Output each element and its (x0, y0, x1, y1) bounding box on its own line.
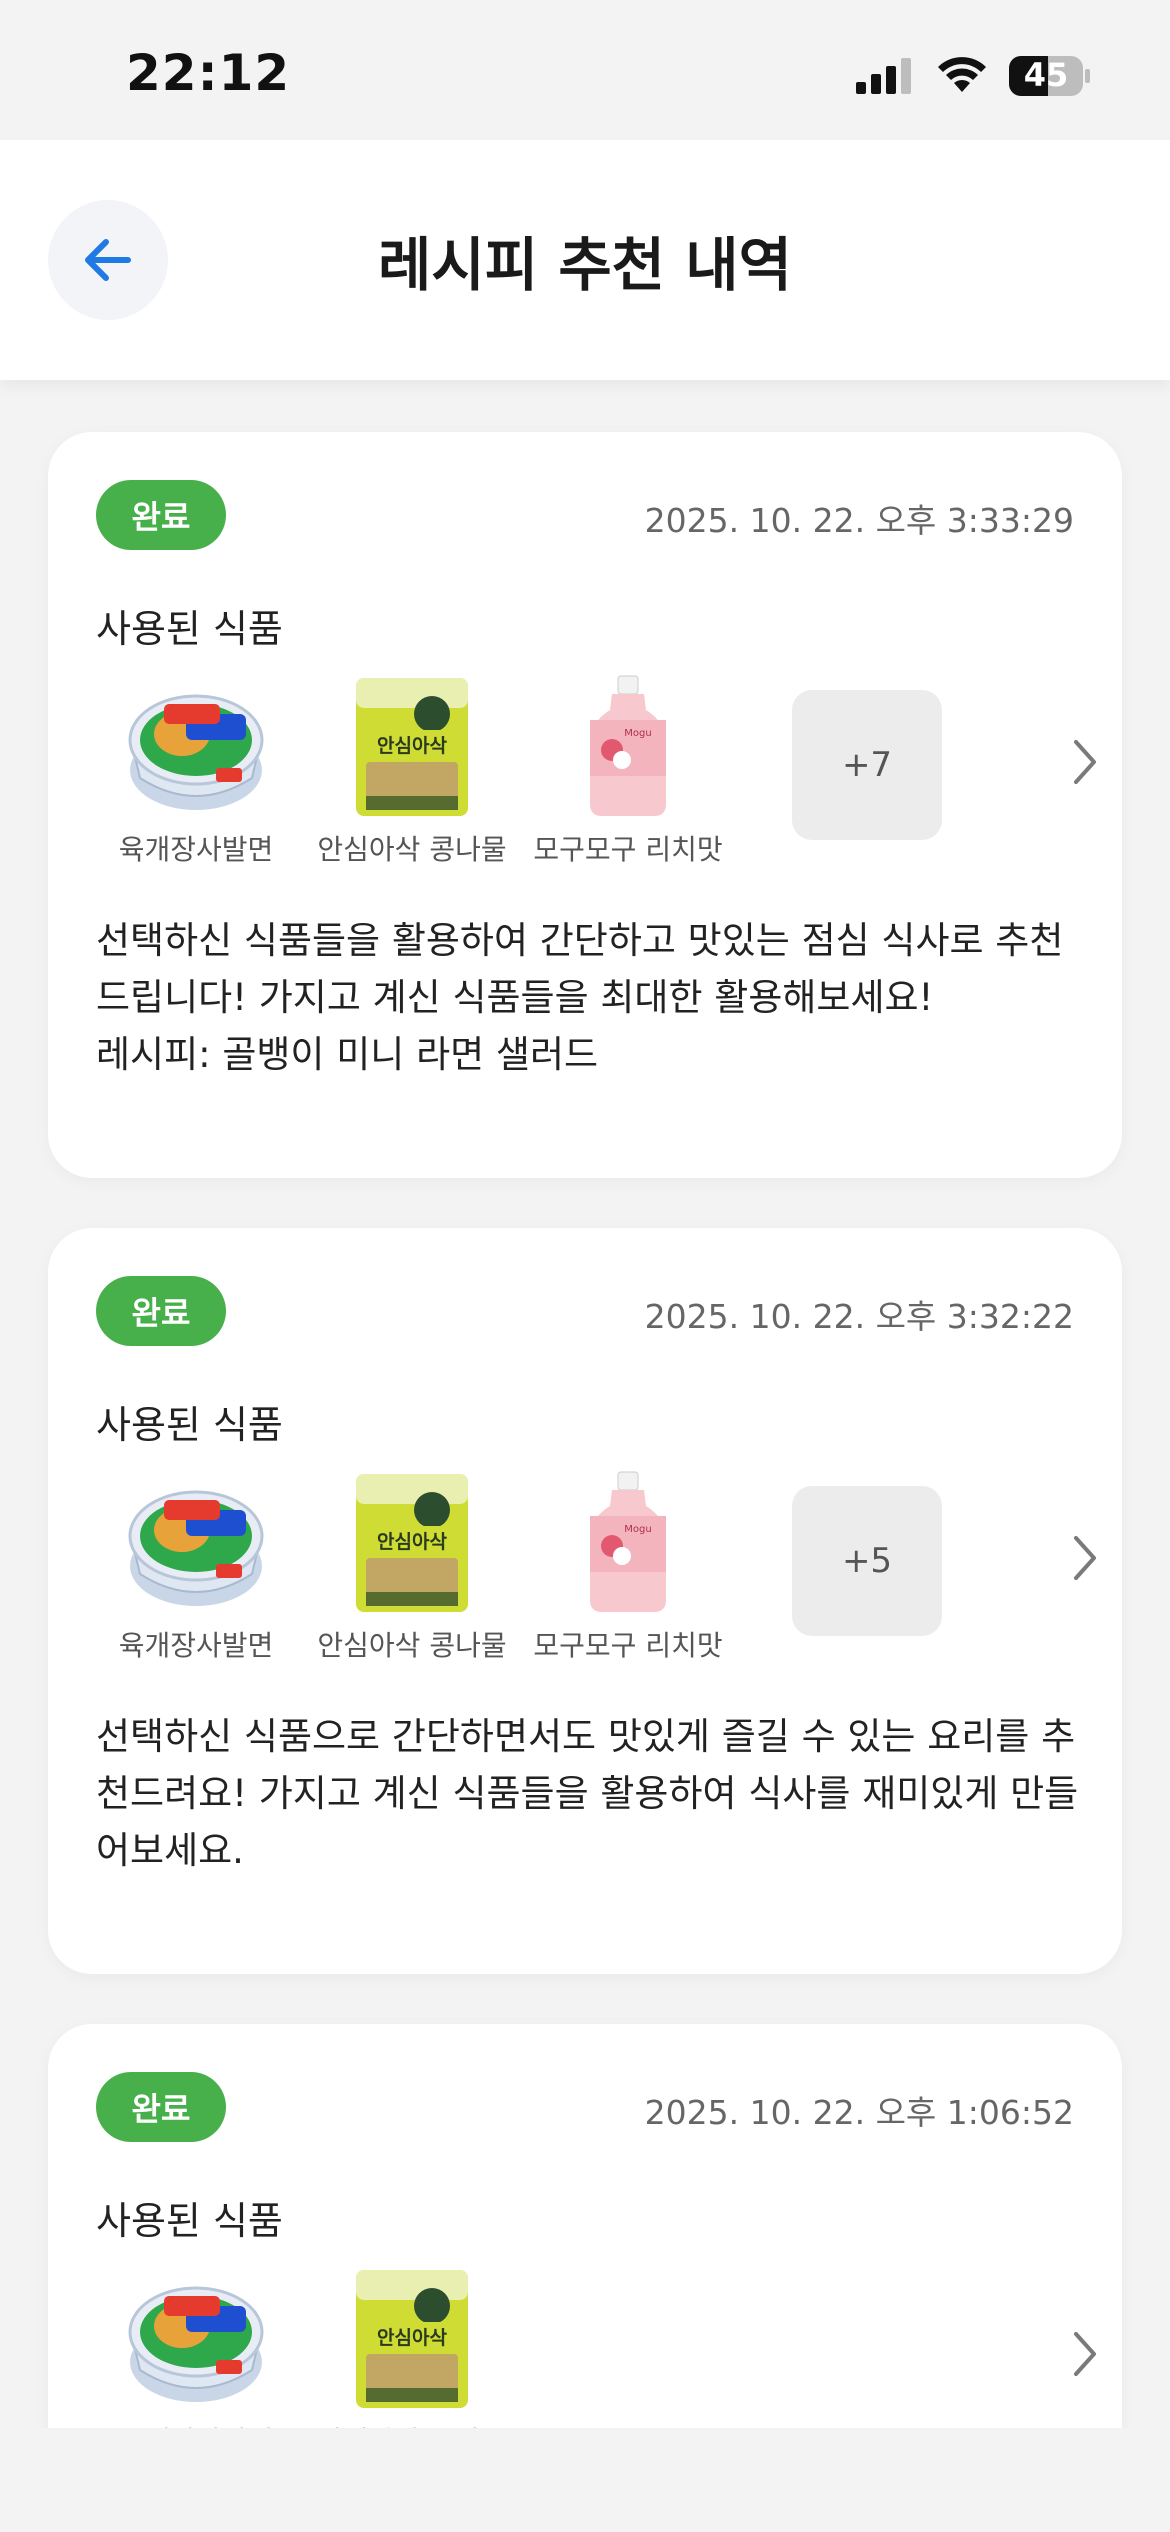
food-name: 육개장사발면 (118, 833, 274, 866)
bottom-safe-area (0, 2428, 1170, 2532)
recipe-history-list[interactable]: 완료 2025. 10. 22. 오후 3:33:29 사용된 식품 육개장사발… (0, 380, 1170, 2428)
food-name: 안심아삭 콩나물 (317, 833, 507, 866)
recipe-description: 선택하신 식품으로 간단하면서도 맛있게 즐길 수 있는 요리를 추천드려요! … (96, 1708, 1081, 1879)
status-badge: 완료 (96, 480, 226, 550)
status-badge: 완료 (96, 2072, 226, 2142)
bean-sprout-bag-icon: 안심아삭 (356, 678, 468, 816)
svg-text:안심아삭: 안심아삭 (377, 1531, 447, 1553)
food-name: 육개장사발면 (118, 1629, 274, 1662)
timestamp: 2025. 10. 22. 오후 1:06:52 (644, 2093, 1074, 2132)
food-name: 안심아삭 콩나물 (292, 2420, 532, 2428)
food-item: Mogu 모구모구 리치맛 (528, 1464, 728, 1664)
recipe-name: 레시피: 골뱅이 미니 라면 샐러드 (96, 1033, 599, 1076)
used-foods-label: 사용된 식품 (96, 1403, 283, 1447)
food-item: Mogu 모구모구 리치맛 (528, 668, 728, 868)
food-name: 모구모구 리치맛 (533, 1629, 723, 1662)
recipe-card[interactable]: 완료 2025. 10. 22. 오후 3:33:29 사용된 식품 육개장사발… (48, 432, 1122, 1178)
status-badge: 완료 (96, 1276, 226, 1346)
svg-text:안심아삭: 안심아삭 (377, 2327, 447, 2349)
food-name: 육개장사발면 (76, 2420, 316, 2428)
food-item: 육개장사발면 (96, 2260, 296, 2428)
food-list: 육개장사발면 안심아삭 안심아삭 콩나물 (96, 2260, 1096, 2428)
drink-bottle-icon: Mogu (590, 1471, 666, 1612)
drink-bottle-icon: Mogu (590, 675, 666, 816)
description-text: 선택하신 식품들을 활용하여 간단하고 맛있는 점심 식사로 추천드립니다! 가… (96, 919, 1064, 1019)
food-list: 육개장사발면 안심아삭 안심아삭 콩나물 (96, 1464, 1096, 1664)
food-list: 육개장사발면 안심아삭 안심아삭 콩나물 (96, 668, 1096, 868)
ramen-cup-icon (128, 1490, 264, 1606)
food-name: 안심아삭 콩나물 (317, 1629, 507, 1662)
food-item: 육개장사발면 (96, 1464, 296, 1664)
battery-level: 45 (1023, 56, 1069, 94)
status-bar: 22:12 45 (0, 0, 1170, 140)
recipe-description: 선택하신 식품들을 활용하여 간단하고 맛있는 점심 식사로 추천드립니다! 가… (96, 912, 1081, 1083)
food-item: 안심아삭 안심아삭 콩나물 (312, 2260, 512, 2428)
wifi-icon (938, 57, 986, 92)
chevron-right-icon[interactable] (1072, 738, 1100, 786)
used-foods-label: 사용된 식품 (96, 607, 283, 651)
recipe-card[interactable]: 완료 2025. 10. 22. 오후 3:32:22 사용된 식품 육개장사발… (48, 1228, 1122, 1974)
arrow-left-icon (85, 239, 131, 281)
bean-sprout-bag-icon: 안심아삭 (356, 1474, 468, 1612)
food-item: 안심아삭 안심아삭 콩나물 (312, 1464, 512, 1664)
timestamp: 2025. 10. 22. 오후 3:32:22 (644, 1297, 1074, 1336)
food-item: 안심아삭 안심아삭 콩나물 (312, 668, 512, 868)
page-title: 레시피 추천 내역 (378, 231, 792, 299)
description-text: 선택하신 식품으로 간단하면서도 맛있게 즐길 수 있는 요리를 추천드려요! … (96, 1715, 1079, 1872)
timestamp: 2025. 10. 22. 오후 3:33:29 (644, 501, 1074, 540)
bean-sprout-bag-icon: 안심아삭 (356, 2270, 468, 2408)
ramen-cup-icon (128, 2286, 264, 2402)
svg-text:안심아삭: 안심아삭 (377, 735, 447, 757)
chevron-right-icon[interactable] (1072, 2330, 1100, 2378)
food-name: 모구모구 리치맛 (533, 833, 723, 866)
more-foods-count[interactable]: +5 (792, 1486, 942, 1636)
svg-text:Mogu: Mogu (624, 728, 651, 739)
back-button[interactable] (48, 200, 168, 320)
recipe-card[interactable]: 완료 2025. 10. 22. 오후 1:06:52 사용된 식품 육개장사발… (48, 2024, 1122, 2428)
used-foods-label: 사용된 식품 (96, 2199, 283, 2243)
signal-icon (856, 58, 911, 94)
food-item: 육개장사발면 (96, 668, 296, 868)
status-time: 22:12 (126, 44, 291, 102)
svg-text:Mogu: Mogu (624, 1524, 651, 1535)
header: 레시피 추천 내역 (0, 140, 1170, 380)
more-foods-count[interactable]: +7 (792, 690, 942, 840)
ramen-cup-icon (128, 694, 264, 810)
chevron-right-icon[interactable] (1072, 1534, 1100, 1582)
